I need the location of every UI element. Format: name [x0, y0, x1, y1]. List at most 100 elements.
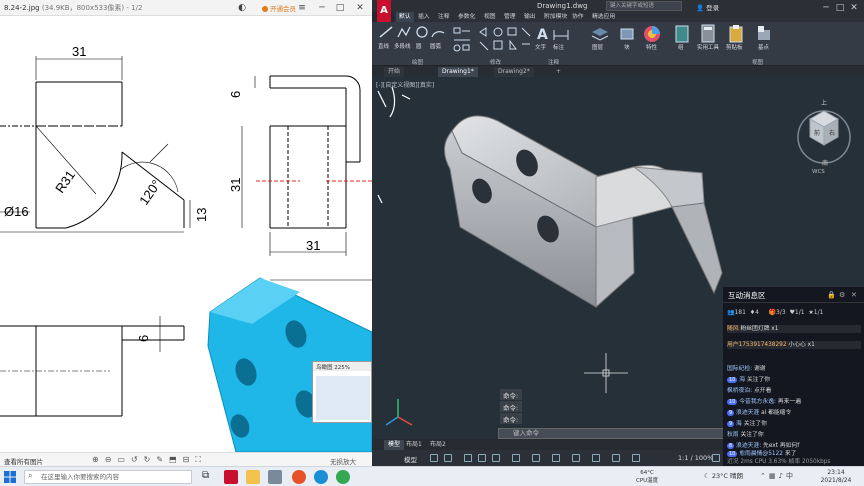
menu-icon[interactable]: ≡ [296, 2, 308, 14]
tab-manage[interactable]: 管理 [504, 12, 516, 22]
vip-label: 开通会员 [270, 5, 296, 13]
skin-icon[interactable]: ◐ [236, 2, 248, 14]
gift-icon: 🎁 [768, 309, 777, 316]
viewer-bottom-bar: 查看所有图片 ⊕⊖▭↺↻✎⬒⊟⛶ 无损放大 [0, 452, 372, 466]
windows-start-icon[interactable] [4, 471, 16, 483]
tab-parametric[interactable]: 参数化 [458, 12, 475, 22]
dynamic-ucs-icon[interactable] [612, 454, 620, 462]
edge-icon[interactable] [314, 470, 328, 484]
layer-icon[interactable] [590, 26, 610, 42]
autocad-taskbar-icon[interactable] [224, 470, 238, 484]
base-point-icon[interactable] [756, 24, 772, 44]
wcs-label[interactable]: WCS [812, 169, 825, 175]
command-input[interactable]: 键入命令 [498, 428, 738, 439]
navigator-thumbnail[interactable]: 鸟瞰图 225% [312, 361, 372, 423]
autocad-titlebar: Drawing1.dwg 键入关键字或短语 👤 登录 ─ □ ✕ [372, 0, 864, 13]
annotation-scale-value[interactable]: 1:1 / 100% [678, 454, 713, 462]
tab-insert[interactable]: 插入 [418, 12, 430, 22]
workspace-gear-icon[interactable] [712, 454, 720, 462]
annotation-scale-icon[interactable] [632, 454, 640, 462]
osnap-icon[interactable] [492, 454, 500, 462]
settings-icon[interactable]: ⚙ [839, 291, 845, 299]
draw-small-tools-icon[interactable] [452, 26, 472, 54]
new-tab-icon[interactable]: + [552, 67, 565, 77]
cpu-temperature: 64°C CPU温度 [636, 469, 658, 485]
taskbar-clock[interactable]: 23:14 2021/8/24 [812, 469, 860, 485]
selection-cycling-icon[interactable] [572, 454, 580, 462]
close-icon[interactable]: ✕ [354, 2, 366, 14]
tab-output[interactable]: 输出 [524, 12, 536, 22]
autocad-logo[interactable]: A [377, 0, 391, 22]
close-icon[interactable]: ✕ [851, 291, 857, 299]
chat-message: 国际纪检: 谢谢 [727, 365, 861, 373]
cpu-temp-label: CPU温度 [636, 478, 659, 484]
tab-addins[interactable]: 附加模块 [544, 12, 567, 22]
model-space-label[interactable]: 模型 [404, 454, 417, 464]
tab-layout1[interactable]: 布局1 [402, 440, 426, 450]
viewer-toolbar-icons[interactable]: ⊕⊖▭↺↻✎⬒⊟⛶ [92, 455, 207, 465]
login-button[interactable]: 👤 登录 [696, 2, 719, 12]
lossless-zoom-button[interactable]: 无损放大 [330, 456, 356, 466]
tab-drawing2[interactable]: Drawing2* [494, 67, 534, 77]
otrack-icon[interactable] [512, 454, 520, 462]
circle-icon[interactable] [414, 25, 430, 39]
app-icon[interactable] [268, 470, 282, 484]
help-search-input[interactable]: 键入关键字或短语 [606, 1, 682, 11]
tab-view[interactable]: 视图 [484, 12, 496, 22]
level-badge: 9 [727, 421, 735, 427]
3d-osnap-icon[interactable] [592, 454, 600, 462]
draw-group-label[interactable]: 绘图 [412, 58, 423, 66]
dim-side-height: 31 [228, 178, 243, 192]
chrome-icon[interactable] [336, 470, 350, 484]
tab-collaborate[interactable]: 协作 [572, 12, 584, 22]
level-badge: 10 [727, 377, 738, 383]
file-explorer-icon[interactable] [246, 470, 260, 484]
circle-label: 圆 [416, 44, 422, 50]
modify-group-label[interactable]: 修改 [490, 58, 501, 66]
vip-button[interactable]: 开通会员 [262, 3, 296, 13]
grid-icon[interactable] [430, 454, 438, 462]
task-view-icon[interactable]: ⧉ [202, 470, 209, 481]
clipboard-icon[interactable] [728, 24, 744, 44]
tab-layout2[interactable]: 布局2 [426, 440, 450, 450]
cpu-temp-value: 64°C [640, 470, 654, 476]
view-all-button[interactable]: 查看所有图片 [4, 456, 43, 466]
tab-featured-apps[interactable]: 精选应用 [592, 12, 615, 22]
maximize-icon[interactable]: □ [334, 2, 346, 14]
calculator-icon[interactable] [700, 24, 716, 44]
tab-annotate[interactable]: 注释 [438, 12, 450, 22]
transparency-icon[interactable] [552, 454, 560, 462]
message-text: 关注了你 [746, 377, 771, 383]
weather-widget[interactable]: ☾ 23°C 晴朗 [704, 470, 743, 480]
tab-start[interactable]: 开始 [384, 67, 405, 77]
group-icon[interactable] [674, 24, 690, 44]
tab-default[interactable]: 默认 [396, 12, 414, 22]
arc-icon[interactable] [430, 25, 446, 39]
view-group-label[interactable]: 视图 [752, 58, 763, 66]
polyline-icon[interactable] [396, 25, 412, 39]
modify-tools-icon[interactable] [476, 26, 532, 54]
tab-model[interactable]: 模型 [384, 440, 405, 450]
line-icon[interactable] [378, 25, 394, 39]
thumbnail-title: 鸟瞰图 225% [313, 362, 371, 371]
block-icon[interactable] [618, 26, 636, 42]
command-line: 命令: [500, 389, 522, 400]
utilities-label: 实用工具 [697, 45, 720, 51]
taskbar-search-input[interactable]: 在这里输入你要搜索的内容 [24, 470, 192, 484]
lineweight-icon[interactable] [532, 454, 540, 462]
polar-icon[interactable] [478, 454, 486, 462]
desktop: 8.24-2.jpg (34.9KB，800x533像素) - 1/2 ◐ 开通… [0, 0, 864, 486]
view-cube[interactable]: 上 前 右 南 [792, 97, 856, 167]
annotation-group-label[interactable]: 注释 [548, 58, 559, 66]
ortho-icon[interactable] [464, 454, 472, 462]
text-icon[interactable]: A [534, 26, 552, 42]
like-count: 4 [755, 309, 759, 316]
snap-icon[interactable] [444, 454, 452, 462]
dimension-icon[interactable] [552, 26, 570, 42]
properties-icon[interactable] [642, 24, 662, 44]
minimize-icon[interactable]: ─ [316, 2, 328, 14]
media-player-icon[interactable] [292, 470, 306, 484]
tab-drawing1[interactable]: Drawing1* [438, 67, 478, 77]
tray-icons[interactable]: ⌃▦♪中 [760, 471, 796, 481]
lock-icon[interactable]: 🔒 [827, 291, 836, 299]
